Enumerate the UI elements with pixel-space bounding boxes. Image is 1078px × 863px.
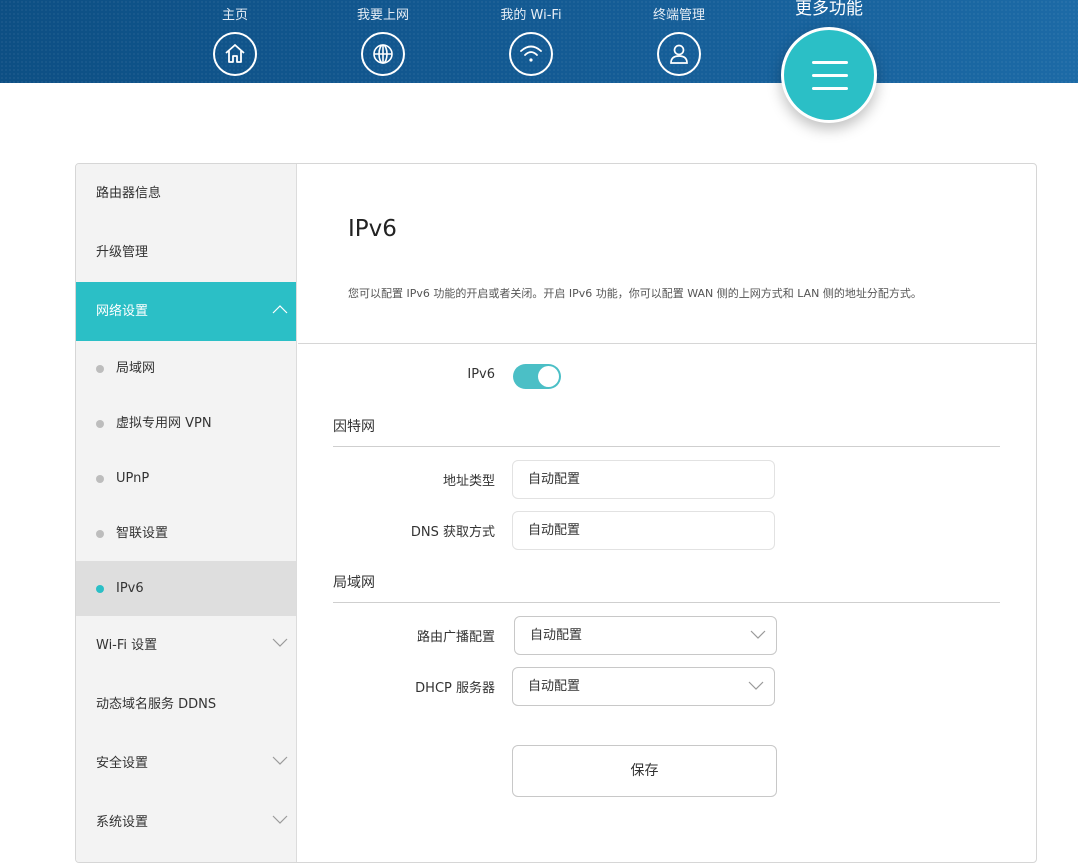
sidebar-item-label: 系统设置 xyxy=(96,815,149,830)
sidebar-item-network-settings[interactable]: 网络设置 xyxy=(76,282,296,341)
sidebar-item-label: Wi-Fi 设置 xyxy=(96,638,158,653)
sidebar-subitem-upnp[interactable]: UPnP xyxy=(76,451,296,506)
bullet-dot xyxy=(96,365,104,373)
chevron-down-icon xyxy=(750,630,766,639)
dns-mode-field: 自动配置 xyxy=(512,511,775,550)
sidebar-subitem-vpn[interactable]: 虚拟专用网 VPN xyxy=(76,396,296,451)
lan-section-title: 局域网 xyxy=(333,575,375,591)
settings-panel: 路由器信息 升级管理 网络设置 局域网 虚拟专用网 VPN UPnP 智联设置 … xyxy=(75,163,1037,863)
nav-devices-label: 终端管理 xyxy=(652,8,705,23)
nav-wifi-label: 我的 Wi-Fi xyxy=(500,8,562,23)
sidebar-subitem-smart-link[interactable]: 智联设置 xyxy=(76,506,296,561)
globe-icon xyxy=(361,32,405,76)
nav-home[interactable]: 主页 xyxy=(180,0,290,76)
sidebar-item-router-info[interactable]: 路由器信息 xyxy=(76,164,296,223)
dhcp-server-label: DHCP 服务器 xyxy=(415,681,495,696)
section-divider xyxy=(333,602,1000,603)
sidebar-item-ddns[interactable]: 动态域名服务 DDNS xyxy=(76,675,296,734)
user-icon xyxy=(657,32,701,76)
more-functions-label: 更多功能 xyxy=(795,0,863,19)
bullet-dot xyxy=(96,420,104,428)
dns-mode-label: DNS 获取方式 xyxy=(410,525,495,540)
ipv6-toggle-label: IPv6 xyxy=(467,367,495,382)
address-type-label: 地址类型 xyxy=(442,474,495,489)
home-icon xyxy=(213,32,257,76)
sidebar-subitem-label: 局域网 xyxy=(116,361,156,376)
chevron-up-icon xyxy=(272,305,288,314)
chevron-down-icon xyxy=(272,815,288,824)
dhcp-server-select[interactable]: 自动配置 xyxy=(512,667,775,706)
address-type-field: 自动配置 xyxy=(512,460,775,499)
wifi-icon xyxy=(509,32,553,76)
bullet-dot xyxy=(96,475,104,483)
sidebar-item-label: 路由器信息 xyxy=(96,186,162,201)
sidebar-subitem-label: UPnP xyxy=(116,471,150,486)
nav-internet-label: 我要上网 xyxy=(356,8,409,23)
main-content: IPv6 您可以配置 IPv6 功能的开启或者关闭。开启 IPv6 功能，你可以… xyxy=(298,164,1036,862)
sidebar-item-upgrade[interactable]: 升级管理 xyxy=(76,223,296,282)
section-divider xyxy=(333,446,1000,447)
bullet-dot-active xyxy=(96,585,104,593)
page-description: 您可以配置 IPv6 功能的开启或者关闭。开启 IPv6 功能，你可以配置 WA… xyxy=(348,287,922,300)
bullet-dot xyxy=(96,530,104,538)
chevron-down-icon xyxy=(748,681,764,690)
sidebar-item-wifi-settings[interactable]: Wi-Fi 设置 xyxy=(76,616,296,675)
nav-internet[interactable]: 我要上网 xyxy=(328,0,438,76)
sidebar: 路由器信息 升级管理 网络设置 局域网 虚拟专用网 VPN UPnP 智联设置 … xyxy=(76,164,297,862)
nav-home-label: 主页 xyxy=(221,8,248,23)
menu-icon[interactable] xyxy=(781,27,877,123)
sidebar-subitem-ipv6[interactable]: IPv6 xyxy=(76,561,296,616)
router-advertisement-value: 自动配置 xyxy=(530,628,583,643)
top-navigation-bar: 主页 我要上网 我的 Wi-Fi 终端管理 xyxy=(0,0,1078,83)
nav-devices[interactable]: 终端管理 xyxy=(624,0,734,76)
page-title: IPv6 xyxy=(348,216,397,242)
save-button[interactable]: 保存 xyxy=(512,745,777,797)
divider xyxy=(298,343,1036,344)
chevron-down-icon xyxy=(272,638,288,647)
sidebar-item-label: 升级管理 xyxy=(96,245,149,260)
dhcp-server-value: 自动配置 xyxy=(528,679,581,694)
sidebar-subitem-label: 虚拟专用网 VPN xyxy=(116,416,212,431)
sidebar-subitem-lan[interactable]: 局域网 xyxy=(76,341,296,396)
chevron-down-icon xyxy=(272,756,288,765)
toggle-knob xyxy=(538,366,559,387)
sidebar-subitem-label: IPv6 xyxy=(116,581,144,596)
ipv6-toggle[interactable] xyxy=(513,364,561,389)
sidebar-item-security[interactable]: 安全设置 xyxy=(76,734,296,793)
sidebar-subitem-label: 智联设置 xyxy=(116,526,169,541)
sidebar-item-label: 动态域名服务 DDNS xyxy=(96,697,217,712)
router-advertisement-select[interactable]: 自动配置 xyxy=(514,616,777,655)
internet-section-title: 因特网 xyxy=(333,419,375,435)
nav-wifi[interactable]: 我的 Wi-Fi xyxy=(476,0,586,76)
sidebar-item-label: 安全设置 xyxy=(96,756,149,771)
router-advertisement-label: 路由广播配置 xyxy=(416,630,495,645)
sidebar-item-label: 网络设置 xyxy=(96,304,149,319)
sidebar-item-system[interactable]: 系统设置 xyxy=(76,793,296,852)
